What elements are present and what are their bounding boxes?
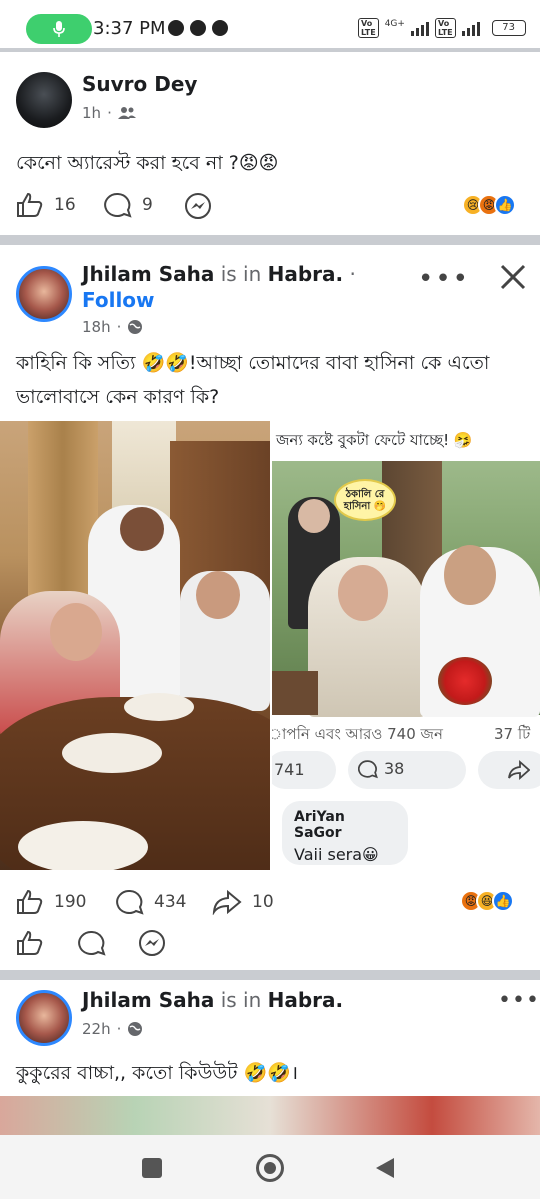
post-time[interactable]: 18h [82, 318, 111, 336]
notification-icons [168, 20, 228, 36]
post-header-line: Jhilam Saha is in Habra. [82, 988, 343, 1012]
comment-icon [358, 760, 378, 779]
embedded-like-pill: 741 [272, 751, 336, 789]
quick-comment-button[interactable] [78, 930, 106, 960]
speech-bubble: ঠকালি রে হাসিনা 🤭 [334, 479, 396, 521]
comment-icon [78, 930, 106, 956]
embedded-comment-text: Vaii sera😀 [294, 845, 379, 864]
messenger-share-button[interactable] [184, 192, 212, 220]
post-text: কুকুরের বাচ্চা,, কতো কিউউট 🤣🤣। [16, 1062, 299, 1084]
avatar[interactable] [16, 990, 72, 1046]
messenger-icon [139, 930, 165, 956]
embedded-share-pill [478, 751, 540, 789]
more-options-icon[interactable]: ••• [498, 988, 540, 1013]
like-icon [17, 889, 43, 914]
back-icon[interactable] [374, 1156, 396, 1184]
more-options-icon[interactable]: ••• [418, 264, 470, 294]
signal-bars-icon-2 [461, 20, 480, 36]
system-navigation-bar [0, 1135, 540, 1199]
reaction-summary[interactable]: 😢 😡 👍 [462, 194, 516, 216]
embedded-like-count: 741 [274, 760, 305, 779]
avatar[interactable] [16, 72, 72, 128]
location-name[interactable]: Habra. [268, 262, 344, 286]
share-count: 10 [252, 892, 274, 912]
like-button[interactable]: 190 [16, 889, 86, 915]
author-name[interactable]: Suvro Dey [82, 72, 197, 96]
post-photo-right[interactable]: জন্য কষ্টে বুকটা ফেটে যাচ্ছে! 🤧 ঠকালি রে… [272, 421, 540, 870]
share-icon [212, 889, 242, 915]
reaction-summary[interactable]: 😡 😆 👍 [460, 890, 514, 912]
post-meta: 18h · [82, 318, 143, 336]
signal-bars-icon [410, 20, 429, 36]
location-name[interactable]: Habra. [268, 988, 344, 1012]
globe-icon [128, 320, 143, 334]
follow-button[interactable]: Follow [82, 288, 155, 312]
comment-button[interactable]: 434 [116, 889, 186, 915]
like-button[interactable]: 16 [16, 192, 76, 218]
embedded-comment-total: 38 [384, 759, 405, 778]
embedded-comment-bubble: AriYan SaGor Vaii sera😀 [282, 801, 408, 865]
post-text: কাহিনি কি সত্যি 🤣🤣!আচ্ছা তোমাদের বাবা হা… [16, 352, 490, 408]
top-divider [0, 48, 540, 52]
like-count: 190 [54, 892, 87, 912]
comment-count: 9 [142, 195, 153, 215]
share-icon [508, 759, 531, 781]
vpn-shield-icon [168, 20, 184, 36]
microphone-icon [53, 21, 65, 37]
like-count: 16 [54, 195, 76, 215]
author-name[interactable]: Jhilam Saha [82, 262, 214, 286]
embedded-comment-pill: 38 [348, 751, 466, 789]
post-time[interactable]: 1h [82, 104, 101, 122]
author-name[interactable]: Jhilam Saha [82, 988, 214, 1012]
messenger-icon [185, 193, 211, 219]
is-in-text: is in [220, 262, 262, 286]
comment-button[interactable]: 9 [104, 192, 153, 218]
recent-apps-icon[interactable] [142, 1158, 162, 1178]
quick-like-button[interactable] [16, 930, 44, 960]
like-icon [17, 192, 43, 217]
post-photo-left[interactable] [0, 421, 270, 870]
battery-icon: 73 [491, 20, 526, 36]
volte-icon-2: Vo LTE [434, 18, 456, 38]
volte-icon: Vo LTE [358, 18, 379, 38]
status-time: 3:37 PM [93, 18, 166, 39]
embedded-comment-count: 37 টি [494, 725, 531, 743]
globe-icon [128, 1022, 143, 1036]
like-reaction-icon: 👍 [494, 194, 516, 216]
post-meta: 1h · [82, 104, 136, 122]
quick-messenger-button[interactable] [138, 929, 166, 961]
facebook-icon [212, 20, 228, 36]
friends-icon [117, 107, 136, 119]
status-right: Vo LTE 4G+ Vo LTE 73 [358, 18, 526, 38]
post-image-preview[interactable] [0, 1096, 540, 1136]
post-header-line: Jhilam Saha is in Habra. · [82, 262, 356, 286]
post-divider [0, 970, 540, 980]
close-icon[interactable] [498, 262, 528, 296]
post-time[interactable]: 22h [82, 1020, 111, 1038]
like-reaction-icon: 👍 [492, 890, 514, 912]
is-in-text: is in [220, 988, 262, 1012]
comment-icon [104, 192, 132, 218]
avatar[interactable] [16, 266, 72, 322]
embedded-reaction-text: াপনি এবং আরও 740 জন [272, 725, 443, 743]
home-icon[interactable] [256, 1154, 284, 1182]
post-divider [0, 235, 540, 245]
battery-level: 73 [502, 22, 516, 33]
comment-count: 434 [154, 892, 187, 912]
like-icon [17, 930, 43, 955]
share-button[interactable]: 10 [212, 889, 274, 915]
network-type: 4G+ [384, 19, 405, 29]
embedded-commenter: AriYan SaGor [294, 809, 345, 841]
embedded-image: ঠকালি রে হাসিনা 🤭 [272, 461, 540, 717]
post-text: কেনো অ্যারেস্ট করা হবে না ?😡😡 [16, 152, 279, 174]
comment-icon [116, 889, 144, 915]
mic-active-indicator[interactable] [26, 14, 92, 44]
embedded-caption: জন্য কষ্টে বুকটা ফেটে যাচ্ছে! 🤧 [276, 431, 473, 449]
post-meta: 22h · [82, 1020, 143, 1038]
messenger-icon [190, 20, 206, 36]
status-bar: 3:37 PM Vo LTE 4G+ Vo LTE 73 [0, 0, 540, 48]
